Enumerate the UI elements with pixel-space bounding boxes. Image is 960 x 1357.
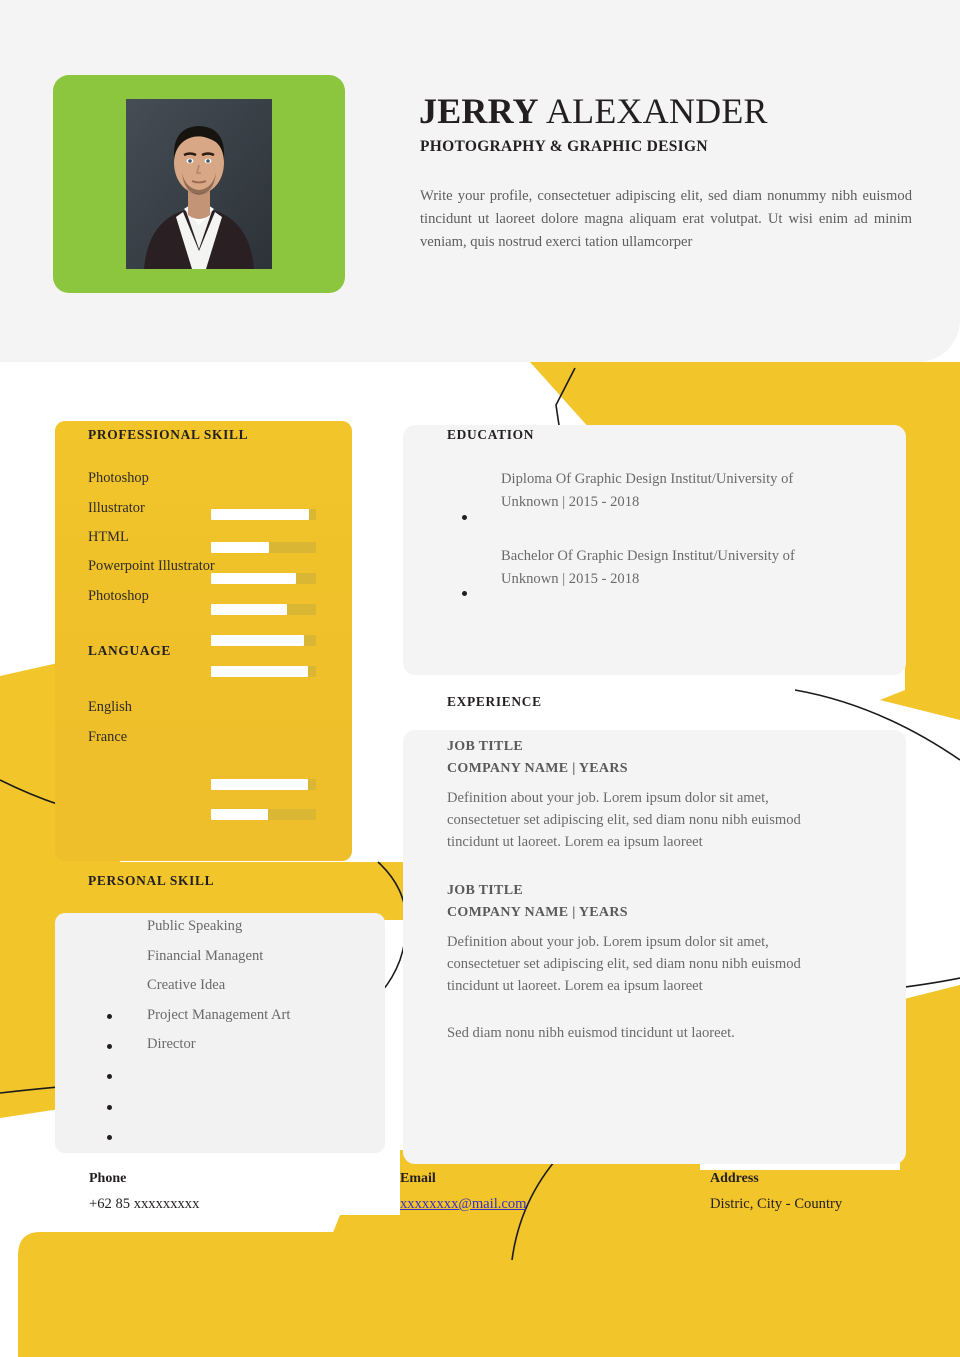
first-name: JERRY (419, 91, 539, 131)
bullet-icon-3 (107, 1105, 112, 1110)
page-title: JERRY ALEXANDER (419, 90, 768, 132)
education-entry-0: Diploma Of Graphic Design Institut/Unive… (501, 471, 794, 510)
education-bullet-icon-0 (462, 515, 467, 520)
language-extra-bar-0 (211, 666, 316, 677)
skill-bar-fill-3 (211, 604, 287, 615)
language-bar-1 (211, 809, 316, 820)
personal-skill-item-3: Project Management Art (147, 1007, 291, 1023)
shape-yellow-bottom (18, 1232, 960, 1357)
experience-note: Sed diam nonu nibh euismod tincidunt ut … (447, 1025, 735, 1041)
professional-skill-title: PROFESSIONAL SKILL (88, 427, 249, 442)
skill-bar-fill-0 (211, 509, 309, 520)
address-label: Address (710, 1171, 759, 1186)
bullet-icon-1 (107, 1044, 112, 1049)
email-value[interactable]: xxxxxxxx@mail.com (400, 1196, 527, 1213)
education-title: EDUCATION (447, 427, 535, 442)
skill-bar-fill-4 (211, 635, 305, 646)
job-description-0: Definition about your job. Lorem ipsum d… (447, 790, 801, 850)
job-company-0: COMPANY NAME | YEARS (447, 761, 628, 776)
skill-bar-3 (211, 604, 316, 615)
skill-label-1: Illustrator (88, 500, 145, 516)
language-title: LANGUAGE (88, 643, 171, 658)
phone-value: +62 85 xxxxxxxxx (89, 1196, 200, 1212)
skill-label-2: HTML (88, 529, 129, 545)
bullet-icon-0 (107, 1014, 112, 1019)
address-value: Distric, City - Country (710, 1196, 843, 1212)
skill-bar-0 (211, 509, 316, 520)
email-label: Email (400, 1171, 436, 1186)
skill-bar-4 (211, 635, 316, 646)
education-bullet-icon-1 (462, 591, 467, 596)
avatar (126, 99, 272, 269)
language-label-1: France (88, 729, 128, 745)
phone-label: Phone (89, 1171, 127, 1186)
experience-title: EXPERIENCE (447, 694, 542, 709)
personal-skill-item-1: Financial Managent (147, 948, 264, 964)
skill-bar-2 (211, 573, 316, 584)
skill-bar-fill-2 (211, 573, 297, 584)
profile-summary: Write your profile, consectetuer adipisc… (420, 188, 912, 250)
job-role: PHOTOGRAPHY & GRAPHIC DESIGN (420, 138, 708, 155)
skill-label-4: Photoshop (88, 588, 149, 604)
resume-page: JERRY ALEXANDER PHOTOGRAPHY & GRAPHIC DE… (0, 0, 960, 1357)
personal-skill-item-0: Public Speaking (147, 918, 243, 934)
personal-skill-item-2: Creative Idea (147, 977, 226, 993)
job-description-1: Definition about your job. Lorem ipsum d… (447, 934, 801, 994)
personal-skill-item-4: Director (147, 1036, 196, 1052)
bullet-icon-4 (107, 1135, 112, 1140)
language-label-0: English (88, 699, 132, 715)
personal-skill-title: PERSONAL SKILL (88, 873, 215, 888)
skill-label-0: Photoshop (88, 470, 149, 486)
language-bar-fill-0 (211, 779, 308, 790)
last-name: ALEXANDER (545, 91, 768, 131)
language-bar-fill-1 (211, 809, 268, 820)
education-entry-1: Bachelor Of Graphic Design Institut/Univ… (501, 548, 795, 587)
job-company-1: COMPANY NAME | YEARS (447, 905, 628, 920)
bullet-icon-2 (107, 1074, 112, 1079)
language-bar-0 (211, 779, 316, 790)
job-title-0: JOB TITLE (447, 739, 523, 754)
skill-label-3: Powerpoint Illustrator (88, 558, 215, 574)
skill-bar-1 (211, 542, 316, 553)
job-title-1: JOB TITLE (447, 883, 523, 898)
skill-bar-fill-1 (211, 542, 269, 553)
